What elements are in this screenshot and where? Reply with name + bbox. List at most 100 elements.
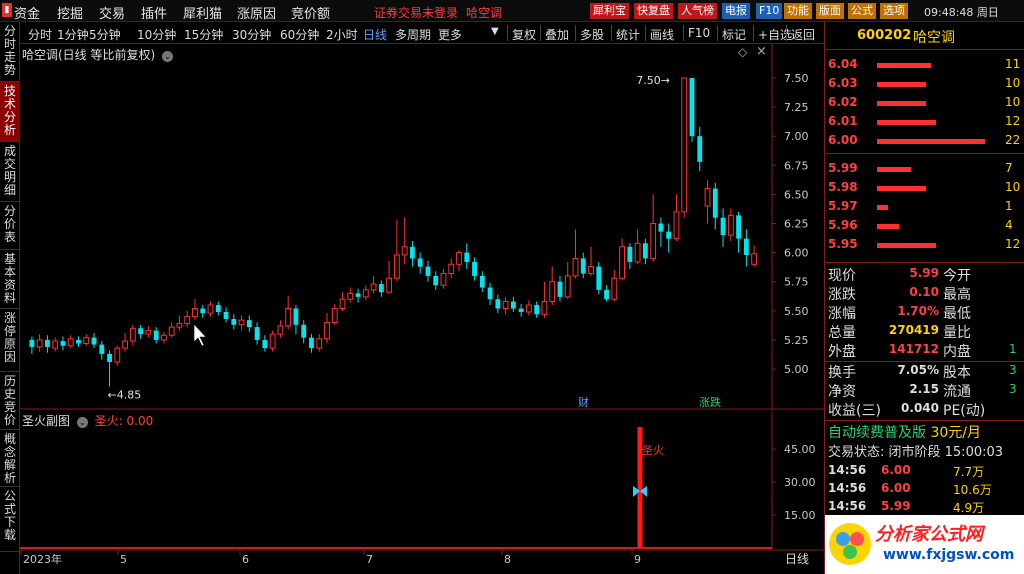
tab-multi-period[interactable]: 多周期 bbox=[395, 26, 431, 43]
fq-button[interactable]: 复权 bbox=[512, 26, 536, 43]
candle[interactable] bbox=[634, 229, 641, 265]
candle[interactable] bbox=[145, 325, 152, 338]
candle[interactable] bbox=[666, 223, 672, 253]
toolbar-chip-6[interactable]: 版面 bbox=[816, 3, 844, 19]
candle[interactable] bbox=[611, 270, 618, 302]
candle[interactable] bbox=[549, 266, 556, 306]
order-book-row[interactable]: 5.96 4 bbox=[825, 217, 1024, 236]
order-book-row[interactable]: 6.02 10 bbox=[825, 94, 1024, 113]
chart-collapse-icon[interactable]: ◇ bbox=[738, 45, 747, 59]
tab-more[interactable]: 更多 bbox=[438, 26, 462, 43]
candle[interactable] bbox=[510, 296, 516, 312]
candle[interactable] bbox=[572, 229, 579, 279]
candle[interactable] bbox=[751, 245, 758, 267]
tab-5min[interactable]: 5分钟 bbox=[89, 26, 121, 43]
order-book-row[interactable]: 6.00 22 bbox=[825, 132, 1024, 151]
candle[interactable] bbox=[370, 275, 377, 294]
sub-indicator-chart[interactable]: 15.00 30.00 45.00 圣火 bbox=[20, 411, 824, 549]
candle[interactable] bbox=[285, 295, 292, 330]
candle[interactable] bbox=[176, 315, 183, 331]
candle[interactable] bbox=[627, 243, 633, 269]
left-tab-0[interactable]: 分时走势 bbox=[0, 22, 20, 82]
candle[interactable] bbox=[425, 260, 431, 282]
candle[interactable] bbox=[207, 301, 214, 317]
candle[interactable] bbox=[596, 261, 602, 295]
stats-button[interactable]: 统计 bbox=[616, 26, 640, 43]
candle[interactable] bbox=[138, 324, 144, 339]
draw-button[interactable]: 画线 bbox=[650, 26, 674, 43]
toolbar-chip-4[interactable]: F10 bbox=[756, 3, 783, 19]
candle[interactable] bbox=[238, 315, 245, 331]
mark-button[interactable]: 标记 bbox=[722, 26, 746, 43]
toolbar-chip-0[interactable]: 犀利宝 bbox=[590, 3, 629, 19]
candle[interactable] bbox=[410, 240, 415, 267]
candle[interactable] bbox=[386, 260, 393, 294]
trade-login-status[interactable]: 证券交易未登录 bbox=[374, 4, 458, 21]
candle[interactable] bbox=[67, 335, 74, 349]
candle[interactable] bbox=[45, 335, 50, 353]
candle[interactable] bbox=[464, 243, 470, 269]
order-book-row[interactable]: 6.03 10 bbox=[825, 75, 1024, 94]
candle[interactable] bbox=[316, 334, 323, 352]
candle[interactable] bbox=[29, 336, 35, 354]
candle[interactable] bbox=[697, 126, 703, 172]
order-book-row[interactable]: 6.01 12 bbox=[825, 113, 1024, 132]
toolbar-chip-2[interactable]: 人气榜 bbox=[678, 3, 717, 19]
candle[interactable] bbox=[456, 250, 462, 272]
order-book-row[interactable]: 5.98 10 bbox=[825, 179, 1024, 198]
more-arrow-icon[interactable]: ▼ bbox=[491, 26, 499, 37]
chart-close-icon[interactable]: × bbox=[756, 44, 767, 59]
candle[interactable] bbox=[114, 345, 121, 366]
kline-chart[interactable]: 5.00 5.25 5.50 5.75 6.00 6.25 6.50 6.75 7.00 7.25… bbox=[20, 44, 824, 410]
candle[interactable] bbox=[534, 301, 540, 318]
left-tab-2[interactable]: 成交明细 bbox=[0, 142, 20, 202]
order-book-row[interactable]: 6.04 11 bbox=[825, 56, 1024, 75]
candle[interactable] bbox=[472, 257, 477, 281]
candle[interactable] bbox=[401, 217, 408, 265]
toolbar-chip-3[interactable]: 电报 bbox=[722, 3, 750, 19]
candle[interactable] bbox=[331, 303, 338, 325]
candle[interactable] bbox=[153, 327, 159, 344]
candle[interactable] bbox=[393, 220, 400, 282]
menu-item-auction[interactable]: 竞价额 bbox=[291, 3, 330, 22]
candle[interactable] bbox=[642, 238, 648, 265]
candle[interactable] bbox=[487, 282, 493, 306]
left-tab-6[interactable]: 历史竞价 bbox=[0, 372, 20, 430]
candle[interactable] bbox=[541, 281, 548, 318]
candle[interactable] bbox=[673, 194, 680, 241]
candle[interactable] bbox=[588, 246, 594, 276]
candle[interactable] bbox=[712, 182, 718, 230]
candle[interactable] bbox=[277, 320, 284, 338]
candle[interactable] bbox=[200, 305, 206, 318]
candle[interactable] bbox=[254, 322, 260, 345]
candle[interactable] bbox=[160, 331, 167, 344]
tab-daily[interactable]: 日线 bbox=[363, 26, 387, 43]
candle[interactable] bbox=[60, 336, 66, 351]
candle[interactable] bbox=[262, 335, 268, 352]
toolbar-chip-1[interactable]: 快复盘 bbox=[634, 3, 673, 19]
tab-2hour[interactable]: 2小时 bbox=[326, 26, 358, 43]
candle[interactable] bbox=[246, 315, 252, 332]
toolbar-chip-7[interactable]: 公式 bbox=[848, 3, 876, 19]
candle[interactable] bbox=[107, 350, 112, 387]
candle[interactable] bbox=[448, 258, 455, 279]
candle[interactable] bbox=[704, 180, 711, 224]
candle[interactable] bbox=[122, 332, 128, 352]
toolbar-chip-8[interactable]: 选项 bbox=[880, 3, 908, 19]
candle[interactable] bbox=[580, 252, 586, 279]
menu-item-xilimao[interactable]: 犀利猫 bbox=[183, 3, 222, 22]
toolbar-chip-5[interactable]: 功能 bbox=[784, 3, 812, 19]
multi-stock-button[interactable]: 多股 bbox=[580, 26, 604, 43]
menu-item-plugins[interactable]: 插件 bbox=[141, 3, 167, 22]
left-tab-7[interactable]: 概念解析 bbox=[0, 430, 20, 487]
candle[interactable] bbox=[269, 330, 276, 352]
candle[interactable] bbox=[658, 217, 664, 247]
tab-timeshare[interactable]: 分时 bbox=[28, 26, 52, 43]
menu-item-funds[interactable]: 资金 bbox=[14, 3, 40, 22]
order-book-row[interactable]: 5.97 1 bbox=[825, 198, 1024, 217]
sub-chart-options-icon[interactable]: ⌄ bbox=[76, 417, 88, 428]
left-tab-3[interactable]: 分价表 bbox=[0, 202, 20, 250]
tab-30min[interactable]: 30分钟 bbox=[232, 26, 271, 43]
candle[interactable] bbox=[324, 313, 330, 344]
candle[interactable] bbox=[689, 77, 695, 143]
